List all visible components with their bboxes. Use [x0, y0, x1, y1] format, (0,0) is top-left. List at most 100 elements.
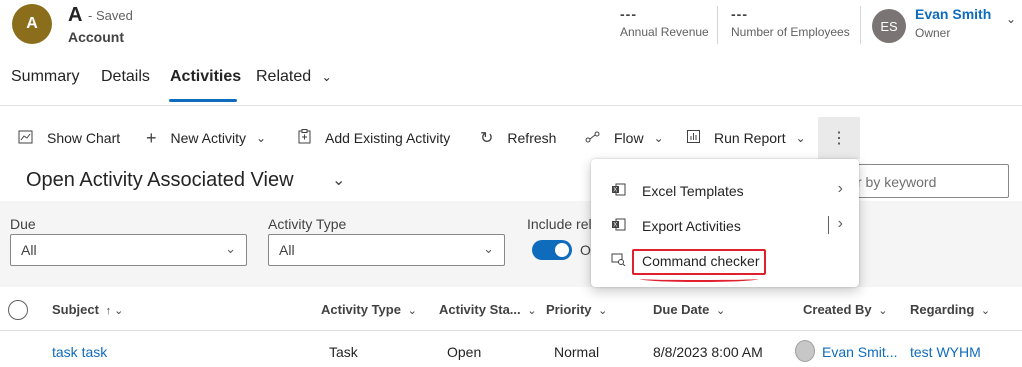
column-due-date-label: Due Date	[653, 302, 710, 317]
due-filter-label: Due	[10, 216, 36, 232]
active-tab-indicator	[169, 99, 237, 102]
include-related-toggle-text: O	[580, 242, 591, 258]
show-chart-label: Show Chart	[47, 130, 121, 146]
chevron-down-icon: ⌄	[715, 305, 726, 317]
due-filter-value: All	[21, 242, 37, 258]
more-vertical-icon: ⋮	[831, 130, 847, 147]
due-filter-select[interactable]: All ⌄	[10, 234, 247, 266]
chevron-right-icon[interactable]: ›	[838, 215, 843, 233]
header-divider	[860, 6, 861, 44]
column-header-created-by[interactable]: Created By ⌄	[803, 302, 887, 317]
subject-link[interactable]: task task	[52, 344, 107, 360]
search-input[interactable]: r by keyword	[836, 164, 1009, 198]
show-chart-button[interactable]: Show Chart	[18, 118, 120, 158]
record-tabs: Summary Details Activities Related ⌄	[0, 60, 1022, 106]
column-header-regarding[interactable]: Regarding ⌄	[910, 302, 990, 317]
record-title: A	[68, 4, 83, 26]
tab-summary[interactable]: Summary	[11, 68, 79, 86]
entity-type: Account	[68, 29, 124, 45]
sort-ascending-icon: ↑ ⌄	[105, 305, 124, 317]
column-header-activity-status[interactable]: Activity Sta... ⌄	[439, 302, 536, 317]
annual-revenue-value: ---	[620, 6, 637, 22]
add-existing-activity-button[interactable]: Add Existing Activity	[298, 118, 450, 158]
split-divider	[828, 216, 829, 234]
created-by-link[interactable]: Evan Smit...	[822, 344, 897, 360]
grid-header: Subject ↑ ⌄ Activity Type ⌄ Activity Sta…	[0, 289, 1022, 331]
include-related-toggle[interactable]	[532, 240, 572, 260]
refresh-label: Refresh	[507, 130, 557, 146]
refresh-button[interactable]: ↻ Refresh	[480, 118, 556, 158]
svg-text:X: X	[613, 188, 617, 194]
chevron-down-icon: ⌄	[407, 305, 417, 317]
chevron-down-icon: ⌄	[527, 305, 537, 317]
select-all-checkbox[interactable]	[8, 300, 28, 320]
view-selector-chevron-icon[interactable]: ⌄	[332, 170, 345, 190]
chevron-down-icon: ⌄	[795, 131, 806, 145]
column-header-priority[interactable]: Priority ⌄	[546, 302, 607, 317]
employees-label: Number of Employees	[731, 25, 850, 39]
new-activity-button[interactable]: + New Activity ⌄	[146, 118, 266, 158]
owner-name-link[interactable]: Evan Smith	[915, 6, 991, 22]
add-existing-activity-label: Add Existing Activity	[325, 130, 451, 146]
activity-type-filter-label: Activity Type	[268, 216, 347, 232]
command-checker-icon	[611, 253, 626, 269]
svg-text:X: X	[613, 223, 617, 229]
tab-related-label: Related	[256, 68, 312, 85]
excel-templates-label: Excel Templates	[642, 183, 744, 199]
toggle-knob	[555, 243, 569, 257]
account-avatar: A	[12, 4, 52, 44]
refresh-icon: ↻	[480, 130, 494, 147]
chevron-down-icon: ⌄	[980, 305, 991, 317]
tab-details[interactable]: Details	[101, 68, 150, 86]
chevron-down-icon: ⌄	[255, 131, 267, 145]
flow-icon	[585, 130, 600, 146]
priority-cell: Normal	[554, 344, 600, 360]
owner-avatar[interactable]: ES	[872, 9, 906, 43]
flow-label: Flow	[614, 130, 644, 146]
activity-type-filter-value: All	[279, 242, 295, 258]
column-header-activity-type[interactable]: Activity Type ⌄	[321, 302, 417, 317]
column-header-due-date[interactable]: Due Date ⌄	[653, 302, 725, 317]
highlight-annotation	[632, 249, 766, 275]
include-related-label: Include rel	[527, 216, 592, 232]
plus-icon: +	[146, 127, 157, 148]
tab-activities[interactable]: Activities	[170, 68, 241, 86]
activity-type-cell: Task	[329, 344, 358, 360]
run-report-button[interactable]: Run Report ⌄	[687, 118, 806, 158]
regarding-link[interactable]: test WYHM	[910, 344, 981, 360]
annual-revenue-label: Annual Revenue	[620, 25, 709, 39]
new-activity-label: New Activity	[170, 130, 246, 146]
excel-icon: X	[611, 183, 626, 199]
highlight-underline-annotation	[640, 276, 758, 282]
filter-panel: Due All ⌄ Activity Type All ⌄ Include re…	[0, 201, 1022, 287]
header-expand-chevron-icon[interactable]: ⌄	[1006, 12, 1016, 26]
more-commands-button[interactable]: ⋮	[818, 117, 860, 159]
column-regarding-label: Regarding	[910, 302, 975, 317]
saved-status: - Saved	[88, 8, 133, 23]
menu-item-export-activities[interactable]: X Export Activities ›	[591, 209, 859, 243]
excel-export-icon: X	[611, 218, 626, 234]
command-bar: Show Chart + New Activity ⌄ Add Existing…	[0, 118, 1022, 158]
activity-type-filter-select[interactable]: All ⌄	[268, 234, 505, 266]
tab-related[interactable]: Related ⌄	[256, 68, 332, 86]
chevron-down-icon: ⌄	[321, 70, 332, 84]
view-title[interactable]: Open Activity Associated View	[26, 169, 294, 192]
employees-value: ---	[731, 6, 748, 22]
flow-button[interactable]: Flow ⌄	[585, 118, 664, 158]
menu-item-excel-templates[interactable]: X Excel Templates ›	[591, 174, 859, 208]
column-priority-label: Priority	[546, 302, 592, 317]
chart-icon	[18, 130, 33, 147]
report-icon	[687, 130, 700, 146]
activity-status-cell: Open	[447, 344, 482, 360]
table-row[interactable]: task task Task Open Normal 8/8/2023 8:00…	[0, 332, 1022, 367]
record-header: A A - Saved Account --- Annual Revenue -…	[0, 0, 1022, 60]
employees-field: --- Number of Employees	[731, 6, 850, 39]
chevron-down-icon: ⌄	[653, 131, 664, 145]
column-activity-type-label: Activity Type	[321, 302, 401, 317]
export-activities-label: Export Activities	[642, 218, 741, 234]
column-subject-label: Subject	[52, 302, 99, 317]
column-created-by-label: Created By	[803, 302, 872, 317]
column-header-subject[interactable]: Subject ↑ ⌄	[52, 302, 123, 317]
search-placeholder: r by keyword	[857, 174, 937, 190]
created-by-avatar	[795, 340, 815, 362]
